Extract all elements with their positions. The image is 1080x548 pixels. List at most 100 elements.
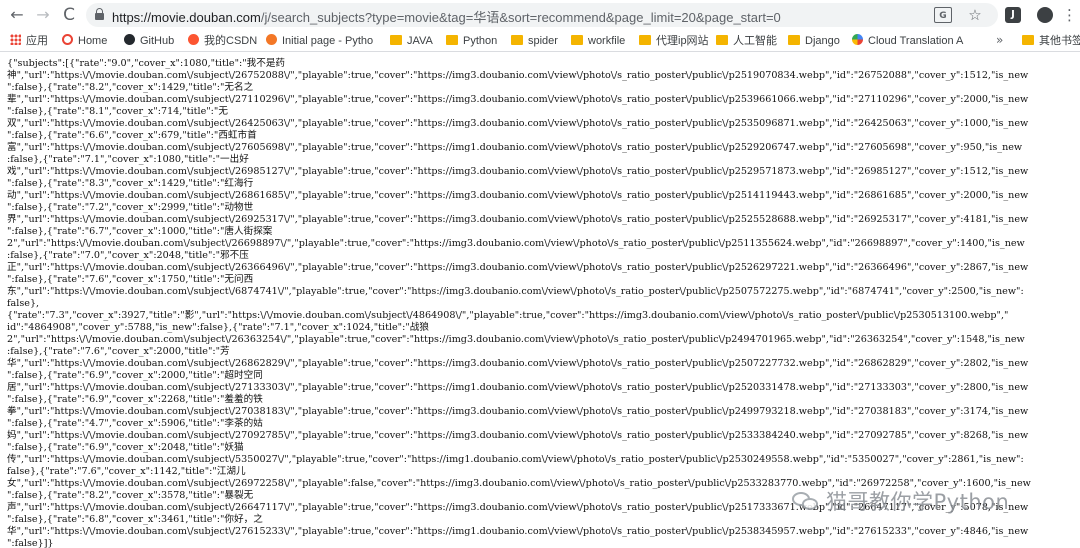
json-line: ":false},{"rate":"8.3","cover_x":1429,"t… (7, 178, 254, 189)
json-line: :false},{"rate":"7.0","cover_x":2048,"ti… (7, 250, 249, 261)
bookmark-initial-page[interactable]: Initial page - Pytho (266, 33, 374, 49)
folder-icon (446, 35, 458, 45)
extension-icon[interactable]: J (1005, 7, 1021, 23)
bookmark-folder-python[interactable]: Python (446, 33, 504, 49)
json-line: {"subjects":[{"rate":"9.0","cover_x":108… (7, 58, 286, 69)
csdn-icon (188, 34, 199, 45)
json-line: ":false}]} (7, 538, 54, 548)
bookmarks-overflow-chevron-icon[interactable]: » (996, 33, 1003, 47)
profile-avatar-icon[interactable] (1037, 7, 1053, 23)
bookmark-folder-proxy[interactable]: 代理ip网站 (639, 33, 711, 49)
bookmark-label: GitHub (140, 35, 175, 47)
google-cloud-icon (852, 34, 863, 45)
reload-icon[interactable]: C (58, 4, 80, 26)
bookmark-label: Home (78, 35, 108, 47)
json-line: 动","url":"https:\/\/movie.douban.com\/su… (7, 190, 1029, 201)
json-line: 2","url":"https:\/\/movie.douban.com\/su… (7, 238, 1025, 249)
bookmark-label: 人工智能 (733, 35, 777, 47)
browser-menu-icon[interactable]: ⋮ (1062, 5, 1077, 25)
json-line: 界","url":"https:\/\/movie.douban.com\/su… (7, 214, 1029, 225)
json-line: false},{"rate":"7.6","cover_x":1142,"tit… (7, 466, 246, 477)
apps-grid-icon (10, 34, 21, 45)
json-line: 东","url":"https:\/\/movie.douban.com\/su… (7, 286, 1024, 297)
bookmark-label: Django (805, 35, 840, 47)
jupyter-icon (266, 34, 277, 45)
wechat-icon (792, 490, 820, 512)
json-line: {"rate":"7.3","cover_x":3927,"title":"影"… (7, 310, 1009, 321)
bookmark-label: spider (528, 35, 558, 47)
bookmark-label: Python (463, 35, 498, 47)
bookmark-label: 我的CSDN (204, 35, 258, 47)
bookmark-label: workfile (588, 35, 626, 47)
bookmark-label: Cloud Translation A (868, 35, 964, 47)
forward-arrow-icon[interactable]: → (32, 4, 54, 26)
json-line: id":"4864908","cover_y":5788,"is_new":fa… (7, 322, 429, 333)
json-line: 拳","url":"https:\/\/movie.douban.com\/su… (7, 406, 1029, 417)
watermark-text: 猫哥教你学Python (826, 490, 1010, 514)
json-line: 神","url":"https:\/\/movie.douban.com\/su… (7, 70, 1029, 81)
bookmark-folder-java[interactable]: JAVA (390, 33, 442, 49)
url-path: /j/search_subjects?type=movie&tag=华语&sor… (260, 10, 781, 25)
bookmark-folder-ai[interactable]: 人工智能 (716, 33, 780, 49)
bookmark-label: JAVA (407, 35, 433, 47)
json-line: ":false},{"rate":"6.9","cover_x":2000,"t… (7, 370, 263, 381)
url-host: https://movie.douban.com (112, 10, 261, 25)
bookmark-folder-django[interactable]: Django (788, 33, 846, 49)
json-line: ":false},{"rate":"8.1","cover_x":714,"ti… (7, 106, 228, 117)
json-line: ":false},{"rate":"7.6","cover_x":1750,"t… (7, 274, 254, 285)
bookmark-label: 其他书签 (1039, 35, 1080, 47)
json-line: ":false},{"rate":"8.2","cover_x":1429,"t… (7, 82, 254, 93)
json-line: 华","url":"https:\/\/movie.douban.com\/su… (7, 526, 1029, 537)
json-line: 戏","url":"https:\/\/movie.douban.com\/su… (7, 166, 1029, 177)
back-arrow-icon[interactable]: ← (6, 4, 28, 26)
bookmark-apps[interactable]: 应用 (10, 33, 58, 49)
json-line: 辈","url":"https:\/\/movie.douban.com\/su… (7, 94, 1029, 105)
github-icon (124, 34, 135, 45)
json-line: 正","url":"https:\/\/movie.douban.com\/su… (7, 262, 1029, 273)
bookmark-label: 应用 (26, 35, 48, 47)
json-line: ":false},{"rate":"6.9","cover_x":2268,"t… (7, 394, 263, 405)
bookmark-cloud-translation[interactable]: Cloud Translation A (852, 33, 964, 49)
bookmark-folder-spider[interactable]: spider (511, 33, 563, 49)
json-line: 双","url":"https:\/\/movie.douban.com\/su… (7, 118, 1029, 129)
json-line: :false},{"rate":"7.6","cover_x":2000,"ti… (7, 346, 230, 357)
bookmark-csdn[interactable]: 我的CSDN (188, 33, 260, 49)
json-line: 富","url":"https:\/\/movie.douban.com\/su… (7, 142, 1023, 153)
json-line: 2","url":"https:\/\/movie.douban.com\/su… (7, 334, 1025, 345)
bookmark-star-icon[interactable]: ☆ (966, 7, 984, 23)
translate-icon[interactable]: G (934, 7, 952, 23)
json-line: ":false},{"rate":"6.8","cover_x":3461,"t… (7, 514, 263, 525)
address-url[interactable]: https://movie.douban.com/j/search_subjec… (112, 7, 781, 26)
bookmark-home[interactable]: Home (62, 33, 122, 49)
json-line: 华","url":"https:\/\/movie.douban.com\/su… (7, 358, 1029, 369)
watermark: 猫哥教你学Python (792, 486, 1009, 516)
json-line: 传","url":"https:\/\/movie.douban.com\/su… (7, 454, 1024, 465)
folder-icon (511, 35, 523, 45)
bookmarks-bar: 应用 Home GitHub 我的CSDN Initial page - Pyt… (0, 30, 1080, 52)
json-line: 妈","url":"https:\/\/movie.douban.com\/su… (7, 430, 1029, 441)
bookmark-label: 代理ip网站 (656, 35, 709, 47)
address-bar[interactable]: https://movie.douban.com/j/search_subjec… (86, 3, 998, 27)
json-line: :false},{"rate":"7.1","cover_x":1080,"ti… (7, 154, 249, 165)
json-line: ":false},{"rate":"6.7","cover_x":1000,"t… (7, 226, 273, 237)
bookmark-github[interactable]: GitHub (124, 33, 186, 49)
bookmark-label: Initial page - Pytho (282, 35, 374, 47)
json-line: 居","url":"https:\/\/movie.douban.com\/su… (7, 382, 1029, 393)
lock-icon[interactable] (95, 8, 104, 20)
json-line: ":false},{"rate":"6.9","cover_x":2048,"t… (7, 442, 244, 453)
bookmark-folder-workfile[interactable]: workfile (571, 33, 635, 49)
json-response-body: {"subjects":[{"rate":"9.0","cover_x":108… (0, 53, 1080, 548)
folder-icon (571, 35, 583, 45)
json-line: ":false},{"rate":"4.7","cover_x":5906,"t… (7, 418, 263, 429)
bookmark-folder-other[interactable]: 其他书签 (1022, 33, 1080, 49)
json-line: ":false},{"rate":"7.2","cover_x":2999,"t… (7, 202, 254, 213)
ring-icon (62, 34, 73, 45)
folder-icon (390, 35, 402, 45)
folder-icon (716, 35, 728, 45)
browser-toolbar: ← → C https://movie.douban.com/j/search_… (0, 0, 1080, 30)
folder-icon (788, 35, 800, 45)
folder-icon (639, 35, 651, 45)
json-line: ":false},{"rate":"6.6","cover_x":679,"ti… (7, 130, 257, 141)
folder-icon (1022, 35, 1034, 45)
json-line: false}, (7, 298, 40, 309)
